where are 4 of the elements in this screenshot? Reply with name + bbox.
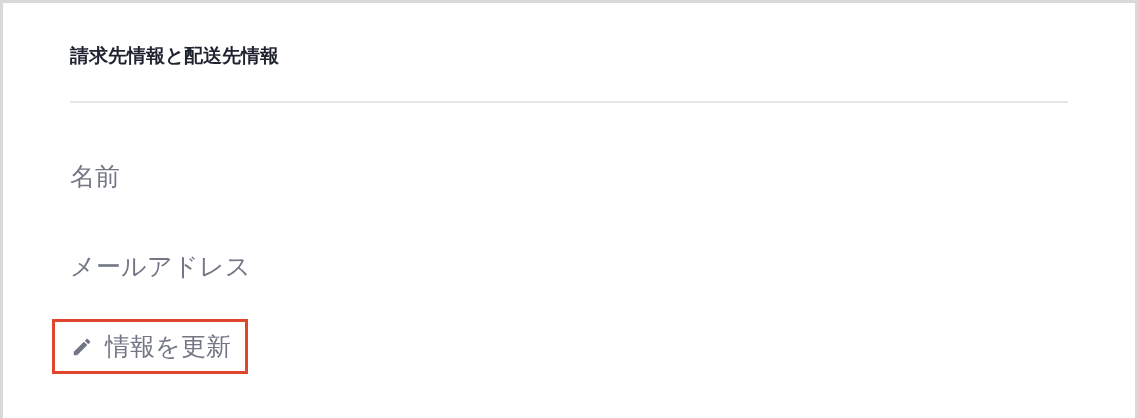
field-label: 名前	[70, 161, 121, 193]
field-label: メールアドレス	[70, 251, 252, 283]
section-title: 請求先情報と配送先情報	[70, 41, 1068, 103]
update-button[interactable]: 情報を更新	[52, 319, 248, 374]
